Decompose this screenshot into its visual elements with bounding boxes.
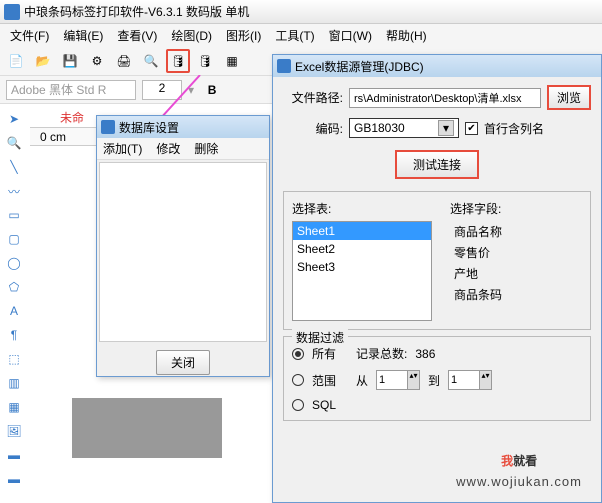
total-value: 386 [415, 347, 435, 361]
sheet-listbox[interactable]: Sheet1 Sheet2 Sheet3 [292, 221, 432, 321]
color-icon[interactable]: ▬ [3, 468, 25, 490]
filepath-input[interactable] [349, 88, 541, 108]
menu-draw[interactable]: 绘图(D) [165, 25, 218, 46]
select-table-label: 选择表: [292, 200, 432, 217]
list-item[interactable]: 商品名称 [450, 221, 590, 242]
select-field-label: 选择字段: [450, 200, 590, 217]
filepath-label: 文件路径: [283, 89, 343, 106]
list-item[interactable]: Sheet3 [293, 258, 431, 276]
barcode-icon[interactable]: ⬚ [3, 348, 25, 370]
filter-group: 数据过滤 所有 记录总数: 386 范围 从 ▴▾ 到 ▴▾ SQL [283, 336, 591, 421]
browse-button[interactable]: 浏览 [547, 85, 591, 110]
text-icon[interactable]: A [3, 300, 25, 322]
excel-dialog-title: Excel数据源管理(JDBC) [295, 58, 424, 75]
canvas-gray-area [72, 398, 222, 458]
zoom-icon[interactable]: 🔍 [3, 132, 25, 154]
db-dialog-title: 数据库设置 [119, 119, 179, 136]
menu-help[interactable]: 帮助(H) [380, 25, 433, 46]
to-spinner[interactable]: ▴▾ [448, 370, 492, 390]
all-radio[interactable] [292, 348, 304, 360]
menu-window[interactable]: 窗口(W) [323, 25, 378, 46]
sql-label: SQL [312, 398, 336, 412]
db2-icon[interactable]: 🛢 [193, 49, 217, 73]
list-item[interactable]: 产地 [450, 263, 590, 284]
select-group: 选择表: Sheet1 Sheet2 Sheet3 选择字段: 商品名称 零售价… [283, 191, 591, 330]
app-icon [4, 4, 20, 20]
db-dialog-menu: 添加(T) 修改 删除 [97, 138, 269, 160]
from-label: 从 [356, 372, 368, 389]
line-icon[interactable]: ╲ [3, 156, 25, 178]
image-icon[interactable]: 🖼 [3, 420, 25, 442]
save-icon[interactable]: 💾 [58, 49, 82, 73]
richtext-icon[interactable]: ¶ [3, 324, 25, 346]
window-title: 中琅条码标签打印软件-V6.3.1 数码版 单机 [24, 3, 249, 20]
menu-view[interactable]: 查看(V) [111, 25, 163, 46]
grid-icon[interactable]: ▦ [220, 49, 244, 73]
field-listbox[interactable]: 商品名称 零售价 产地 商品条码 [450, 221, 590, 321]
pointer-icon[interactable]: ➤ [3, 108, 25, 130]
list-item[interactable]: 商品条码 [450, 284, 590, 305]
menu-shape[interactable]: 图形(I) [220, 25, 267, 46]
polygon-icon[interactable]: ⬠ [3, 276, 25, 298]
db-delete-menu[interactable]: 删除 [194, 140, 218, 157]
total-label: 记录总数: [356, 345, 407, 362]
database-icon[interactable]: 🛢 [166, 49, 190, 73]
db-dialog-titlebar[interactable]: 数据库设置 [97, 116, 269, 138]
database-settings-dialog: 数据库设置 添加(T) 修改 删除 关闭 [96, 115, 270, 377]
sql-radio[interactable] [292, 399, 304, 411]
excel-dialog-titlebar[interactable]: Excel数据源管理(JDBC) [273, 55, 601, 77]
filter-group-title: 数据过滤 [292, 329, 348, 346]
db-add-menu[interactable]: 添加(T) [103, 140, 142, 157]
bold-button[interactable]: B [200, 78, 224, 102]
ellipse-icon[interactable]: ◯ [3, 252, 25, 274]
chevron-down-icon: ▾ [438, 120, 454, 136]
db-modify-menu[interactable]: 修改 [156, 140, 180, 157]
db-dialog-icon [101, 120, 115, 134]
db-list-area [99, 162, 267, 342]
side-toolbar: ➤ 🔍 ╲ 〰 ▭ ▢ ◯ ⬠ A ¶ ⬚ ▥ ▦ 🖼 ▬ ▬ [3, 108, 27, 490]
qr-icon[interactable]: ▦ [3, 396, 25, 418]
menu-file[interactable]: 文件(F) [4, 25, 55, 46]
menu-tool[interactable]: 工具(T) [269, 25, 320, 46]
from-spinner[interactable]: ▴▾ [376, 370, 420, 390]
preview-icon[interactable]: 🔍 [139, 49, 163, 73]
list-item[interactable]: 零售价 [450, 242, 590, 263]
watermark: 我就看 www.wojiukan.com [456, 432, 582, 489]
menu-edit[interactable]: 编辑(E) [57, 25, 109, 46]
encoding-select[interactable]: GB18030▾ [349, 118, 459, 138]
window-titlebar: 中琅条码标签打印软件-V6.3.1 数码版 单机 [0, 0, 602, 24]
excel-dialog-icon [277, 59, 291, 73]
fill-icon[interactable]: ▬ [3, 444, 25, 466]
rect-icon[interactable]: ▭ [3, 204, 25, 226]
range-label: 范围 [312, 372, 336, 389]
barcode2-icon[interactable]: ▥ [3, 372, 25, 394]
test-connection-button[interactable]: 测试连接 [395, 150, 479, 179]
font-select[interactable]: Adobe 黑体 Std R [6, 80, 136, 100]
list-item[interactable]: Sheet1 [293, 222, 431, 240]
print-icon[interactable]: 🖨 [112, 49, 136, 73]
new-icon[interactable]: 📄 [4, 49, 28, 73]
range-radio[interactable] [292, 374, 304, 386]
curve-icon[interactable]: 〰 [3, 180, 25, 202]
canvas-tab[interactable]: 未命 [60, 109, 84, 126]
firstrow-label: 首行含列名 [484, 120, 544, 137]
all-label: 所有 [312, 345, 336, 362]
to-label: 到 [428, 372, 440, 389]
menubar: 文件(F) 编辑(E) 查看(V) 绘图(D) 图形(I) 工具(T) 窗口(W… [0, 24, 602, 46]
encoding-label: 编码: [283, 120, 343, 137]
roundrect-icon[interactable]: ▢ [3, 228, 25, 250]
open-icon[interactable]: 📂 [31, 49, 55, 73]
font-size-input[interactable]: 2 [142, 80, 182, 100]
firstrow-checkbox[interactable]: ✔ [465, 122, 478, 135]
gear-icon[interactable]: ⚙ [85, 49, 109, 73]
db-close-button[interactable]: 关闭 [156, 350, 210, 375]
list-item[interactable]: Sheet2 [293, 240, 431, 258]
